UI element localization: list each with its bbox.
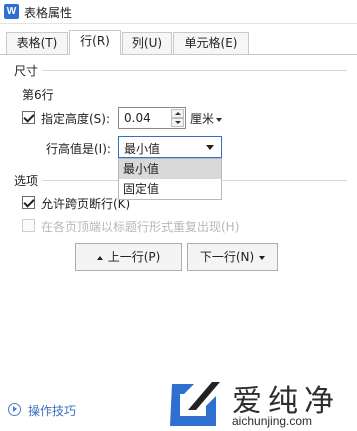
stepper-down-icon[interactable]: [171, 118, 184, 127]
tab-strip: 表格(T) 行(R) 列(U) 单元格(E): [0, 30, 357, 55]
stepper-up-icon[interactable]: [171, 109, 184, 118]
tab-cell[interactable]: 单元格(E): [173, 32, 249, 54]
unit-caret-icon: [216, 117, 223, 122]
option-fixed[interactable]: 固定值: [119, 179, 221, 199]
tab-divider: [0, 54, 357, 55]
previous-row-button[interactable]: 上一行(P): [75, 243, 182, 271]
allow-break-label: 允许跨页断行(K): [41, 197, 131, 211]
row-height-stepper[interactable]: 0.04: [118, 107, 186, 129]
watermark: 爱纯净 aichunjing.com: [166, 372, 356, 430]
unit-dropdown[interactable]: 厘米: [190, 110, 223, 127]
tab-table[interactable]: 表格(T): [6, 32, 68, 54]
wps-writer-icon: W: [4, 4, 19, 19]
tab-column[interactable]: 列(U): [122, 32, 172, 54]
height-rule-label: 行高值是(I):: [46, 142, 111, 156]
arrow-down-icon: [259, 255, 266, 260]
chevron-down-icon: [206, 145, 214, 150]
next-row-label: 下一行(N): [199, 250, 255, 264]
options-section-title: 选项: [14, 174, 39, 188]
height-rule-select[interactable]: 最小值: [118, 136, 222, 158]
repeat-header-checkbox[interactable]: [22, 219, 35, 232]
play-circle-icon: [8, 403, 21, 416]
row-height-value: 0.04: [124, 111, 151, 125]
allow-break-checkbox[interactable]: [22, 196, 35, 209]
tab-row[interactable]: 行(R): [69, 30, 121, 55]
row-number-label: 第6行: [22, 88, 54, 102]
height-rule-dropdown: 最小值 固定值: [118, 158, 222, 200]
title-bar: W 表格属性: [0, 0, 357, 24]
specify-height-checkbox[interactable]: [22, 111, 35, 124]
next-row-button[interactable]: 下一行(N): [187, 243, 278, 271]
size-section-title: 尺寸: [14, 64, 39, 78]
window-title: 表格属性: [24, 6, 73, 20]
arrow-up-icon: [96, 255, 103, 260]
watermark-url: aichunjing.com: [232, 414, 313, 428]
size-section-rule: [42, 70, 347, 71]
specify-height-label: 指定高度(S):: [41, 112, 111, 126]
watermark-logo: [170, 382, 220, 426]
repeat-header-label: 在各页顶端以标题行形式重复出现(H): [41, 220, 240, 234]
tips-label: 操作技巧: [28, 404, 77, 418]
height-rule-value: 最小值: [124, 142, 161, 156]
unit-label: 厘米: [190, 112, 215, 126]
previous-row-label: 上一行(P): [107, 250, 161, 264]
option-minimum[interactable]: 最小值: [119, 159, 221, 179]
